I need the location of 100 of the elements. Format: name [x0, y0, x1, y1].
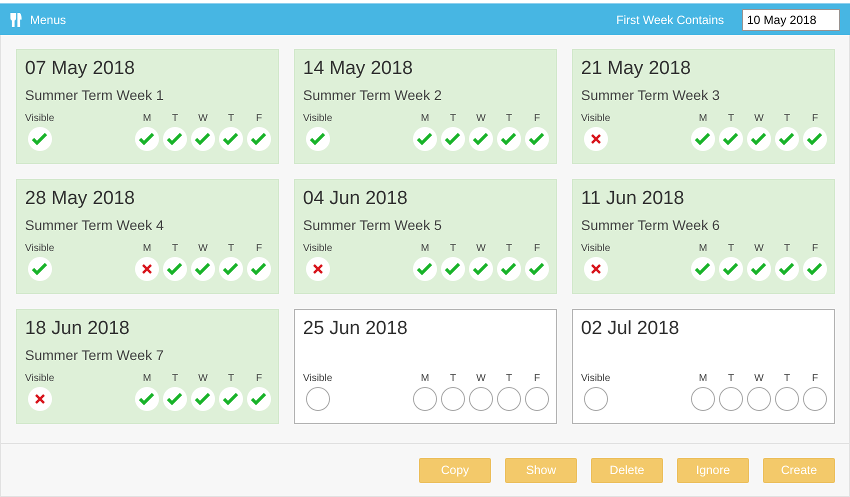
empty-toggle[interactable] — [775, 387, 799, 411]
day-label: W — [754, 113, 764, 125]
check-icon — [251, 262, 267, 276]
day-label: T — [450, 113, 456, 125]
toggle[interactable] — [28, 387, 52, 411]
toggle[interactable] — [747, 257, 771, 281]
visible-label: Visible — [25, 243, 54, 255]
check-icon — [445, 262, 461, 276]
action-button[interactable]: Copy — [419, 458, 491, 482]
toggle[interactable] — [584, 127, 608, 151]
day-label: F — [534, 113, 540, 125]
toggle[interactable] — [691, 257, 715, 281]
action-button[interactable]: Ignore — [677, 458, 749, 482]
toggle[interactable] — [163, 387, 187, 411]
toggle[interactable] — [247, 387, 271, 411]
visible-label: Visible — [581, 373, 610, 385]
empty-toggle[interactable] — [441, 387, 465, 411]
toggle[interactable] — [191, 257, 215, 281]
empty-toggle[interactable] — [719, 387, 743, 411]
toggle[interactable] — [306, 257, 330, 281]
week-name: Summer Term Week 1 — [25, 87, 165, 104]
toggle[interactable] — [747, 127, 771, 151]
week-date-field[interactable]: 10 May 2018 — [742, 8, 840, 30]
toggle[interactable] — [719, 127, 743, 151]
empty-toggle[interactable] — [497, 387, 521, 411]
toggle[interactable] — [28, 257, 52, 281]
day-label: M — [698, 373, 708, 385]
toggle[interactable] — [191, 387, 215, 411]
toggle[interactable] — [306, 127, 330, 151]
toggle[interactable] — [247, 257, 271, 281]
toggle[interactable] — [247, 127, 271, 151]
check-icon — [167, 262, 183, 276]
cross-icon — [142, 264, 152, 274]
week-date: 25 Jun 2018 — [303, 318, 409, 340]
visible-label: Visible — [303, 113, 332, 125]
toggle[interactable] — [135, 257, 159, 281]
toggle[interactable] — [803, 127, 827, 151]
week-date: 21 May 2018 — [581, 58, 692, 80]
cross-icon — [590, 134, 601, 144]
toggle[interactable] — [219, 257, 243, 281]
toggle[interactable] — [803, 257, 827, 281]
day-label: T — [506, 373, 512, 385]
action-button[interactable]: Create — [763, 458, 835, 482]
toggle[interactable] — [584, 257, 608, 281]
week-name: Summer Term Week 6 — [581, 217, 721, 234]
toggle[interactable] — [469, 257, 493, 281]
day-label: F — [534, 373, 540, 385]
toggle[interactable] — [441, 257, 465, 281]
action-button[interactable]: Delete — [591, 458, 663, 482]
empty-toggle[interactable] — [469, 387, 493, 411]
toggle[interactable] — [163, 257, 187, 281]
empty-toggle[interactable] — [306, 387, 330, 411]
toggle[interactable] — [497, 127, 521, 151]
toggle[interactable] — [525, 257, 549, 281]
day-label: W — [476, 243, 486, 255]
check-icon — [779, 132, 795, 146]
check-icon — [195, 262, 211, 276]
toggle[interactable] — [441, 127, 465, 151]
day-label: T — [450, 373, 456, 385]
cutlery-icon — [10, 12, 22, 26]
toggle[interactable] — [135, 127, 159, 151]
toggle[interactable] — [135, 387, 159, 411]
empty-toggle[interactable] — [584, 387, 608, 411]
day-label: W — [198, 243, 208, 255]
visible-label: Visible — [303, 243, 332, 255]
visible-label: Visible — [25, 113, 54, 125]
toggle[interactable] — [719, 257, 743, 281]
check-icon — [751, 132, 767, 146]
page-title: Menus — [30, 12, 68, 26]
day-label: W — [198, 373, 208, 385]
day-label: T — [172, 113, 178, 125]
empty-toggle[interactable] — [413, 387, 437, 411]
toggle[interactable] — [525, 127, 549, 151]
action-button[interactable]: Show — [505, 458, 577, 482]
day-label: W — [476, 113, 486, 125]
empty-toggle[interactable] — [747, 387, 771, 411]
day-label: T — [506, 113, 512, 125]
check-icon — [195, 392, 211, 406]
day-label: T — [172, 243, 178, 255]
toggle[interactable] — [469, 127, 493, 151]
check-icon — [195, 132, 211, 146]
toggle[interactable] — [163, 127, 187, 151]
toggle[interactable] — [413, 257, 437, 281]
day-label: M — [142, 113, 152, 125]
empty-toggle[interactable] — [691, 387, 715, 411]
toggle[interactable] — [775, 257, 799, 281]
toggle[interactable] — [191, 127, 215, 151]
day-label: M — [142, 373, 152, 385]
toggle[interactable] — [691, 127, 715, 151]
check-icon — [501, 262, 517, 276]
toggle[interactable] — [28, 127, 52, 151]
empty-toggle[interactable] — [525, 387, 549, 411]
day-label: T — [450, 243, 456, 255]
toggle[interactable] — [219, 127, 243, 151]
toggle[interactable] — [775, 127, 799, 151]
empty-toggle[interactable] — [803, 387, 827, 411]
toggle[interactable] — [497, 257, 521, 281]
week-date: 11 Jun 2018 — [581, 188, 686, 210]
toggle[interactable] — [413, 127, 437, 151]
toggle[interactable] — [219, 387, 243, 411]
